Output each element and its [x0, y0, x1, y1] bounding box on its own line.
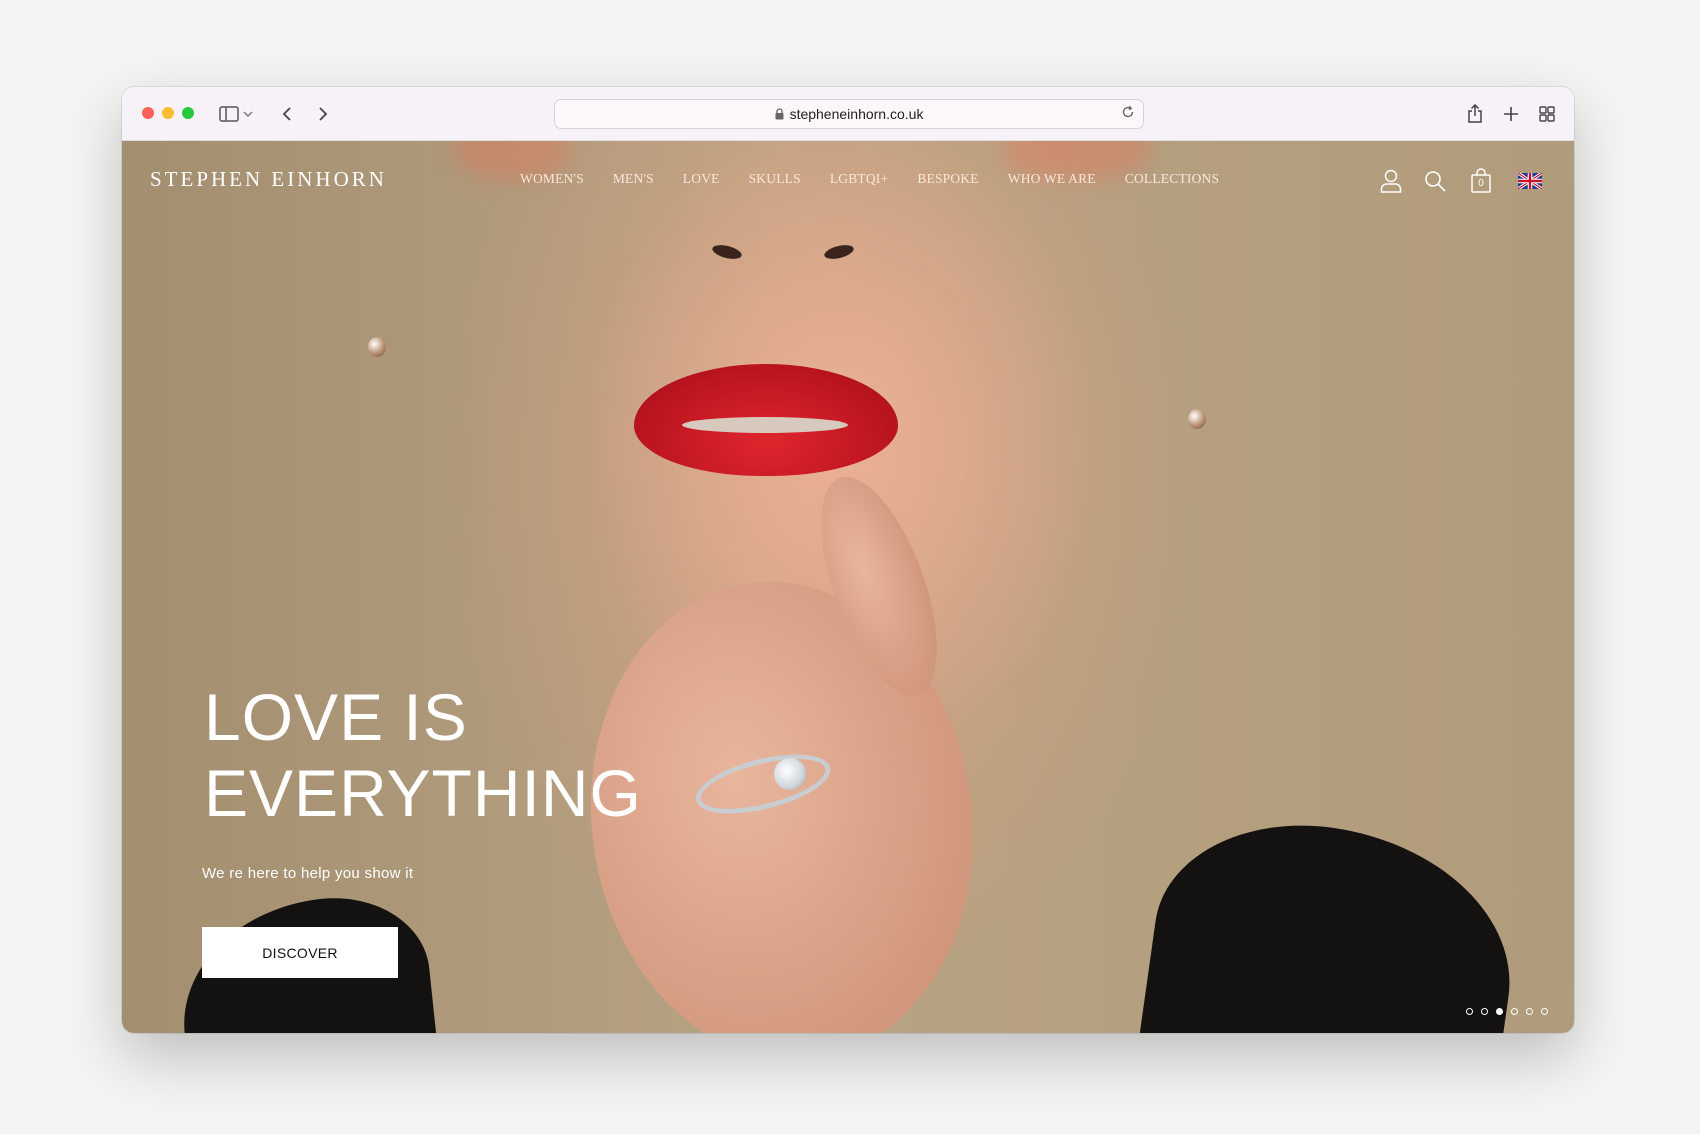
menu-item-who-we-are[interactable]: WHO WE ARE [1008, 171, 1096, 187]
slide-dot-3[interactable] [1496, 1008, 1503, 1015]
site-logo[interactable]: STEPHEN EINHORN [150, 167, 387, 192]
slide-dot-4[interactable] [1511, 1008, 1518, 1015]
hero-subline: We re here to help you show it [202, 865, 414, 882]
uk-flag-icon[interactable] [1518, 168, 1542, 194]
hero-banner: STEPHEN EINHORN WOMEN'S MEN'S LOVE SKULL… [122, 141, 1574, 1033]
sidebar-icon[interactable] [216, 101, 242, 127]
hero-headline-line2: EVERYTHING [204, 756, 642, 830]
address-bar[interactable]: stepheneinhorn.co.uk [554, 99, 1144, 129]
slide-dot-6[interactable] [1541, 1008, 1548, 1015]
cart-icon[interactable]: 0 [1468, 168, 1494, 194]
ring-diamond [774, 758, 806, 790]
lock-icon [775, 108, 784, 120]
menu-item-lgbtqi[interactable]: LGBTQI+ [830, 171, 889, 187]
nostril [710, 242, 744, 262]
earring [368, 337, 386, 357]
menu-item-love[interactable]: LOVE [683, 171, 720, 187]
slide-dot-1[interactable] [1466, 1008, 1473, 1015]
browser-toolbar: stepheneinhorn.co.uk [122, 87, 1574, 141]
earring [1188, 409, 1206, 429]
share-icon[interactable] [1462, 101, 1488, 127]
menu-item-womens[interactable]: WOMEN'S [520, 171, 584, 187]
browser-window: stepheneinhorn.co.uk STEPHEN EINHORN WOM… [122, 87, 1574, 1033]
menu-item-collections[interactable]: COLLECTIONS [1125, 171, 1219, 187]
forward-icon[interactable] [310, 101, 336, 127]
teeth [682, 417, 848, 433]
menu-item-mens[interactable]: MEN'S [613, 171, 654, 187]
menu-item-skulls[interactable]: SKULLS [749, 171, 801, 187]
reload-icon[interactable] [1121, 105, 1135, 122]
new-tab-icon[interactable] [1498, 101, 1524, 127]
site-header: STEPHEN EINHORN WOMEN'S MEN'S LOVE SKULL… [122, 141, 1574, 221]
menu-item-bespoke[interactable]: BESPOKE [917, 171, 978, 187]
minimize-window-button[interactable] [162, 107, 174, 119]
url-text: stepheneinhorn.co.uk [789, 106, 924, 122]
back-icon[interactable] [274, 101, 300, 127]
dress-shoulder [1135, 805, 1529, 1033]
hero-headline-line1: LOVE IS [204, 680, 468, 754]
slide-dot-5[interactable] [1526, 1008, 1533, 1015]
zoom-window-button[interactable] [182, 107, 194, 119]
account-icon[interactable] [1378, 168, 1404, 194]
hero-headline: LOVE IS EVERYTHING [204, 679, 642, 831]
cart-count: 0 [1478, 178, 1484, 189]
chevron-down-icon[interactable] [240, 101, 256, 127]
tab-overview-icon[interactable] [1534, 101, 1560, 127]
discover-button[interactable]: DISCOVER [202, 927, 398, 978]
search-icon[interactable] [1422, 168, 1448, 194]
close-window-button[interactable] [142, 107, 154, 119]
main-menu: WOMEN'S MEN'S LOVE SKULLS LGBTQI+ BESPOK… [520, 171, 1248, 187]
slide-dot-2[interactable] [1481, 1008, 1488, 1015]
nostril [822, 242, 856, 262]
slide-indicator [1466, 1008, 1548, 1015]
